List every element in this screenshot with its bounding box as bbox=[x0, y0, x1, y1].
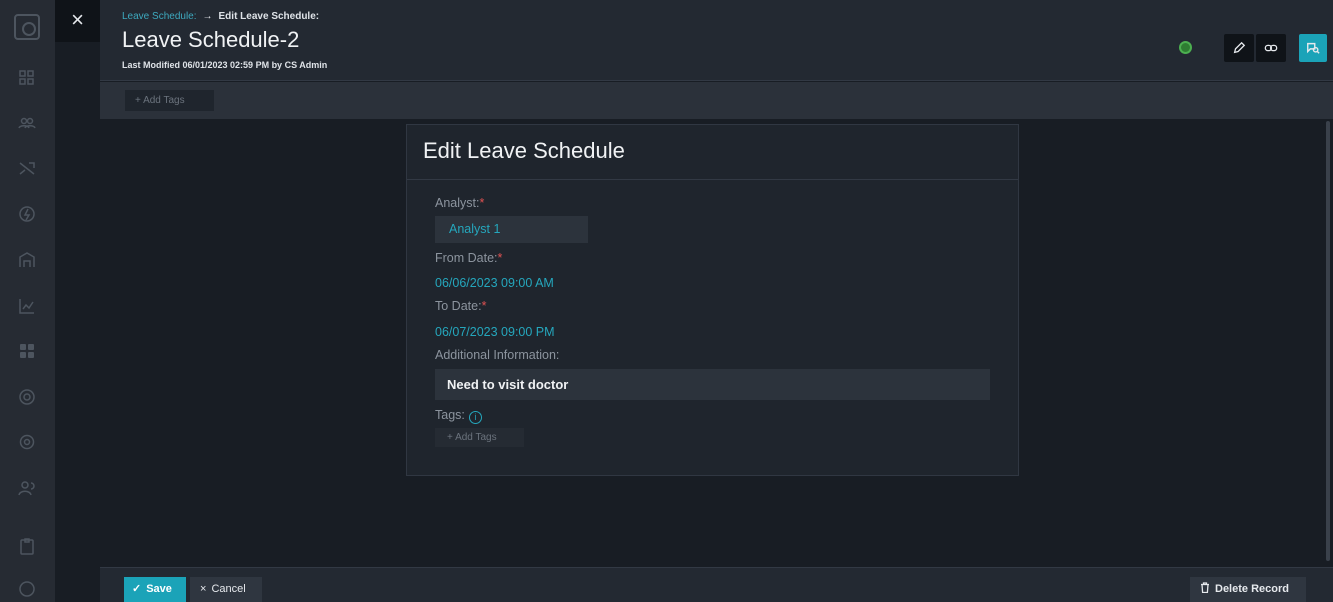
close-icon: × bbox=[200, 583, 207, 595]
breadcrumb: Leave Schedule: → Edit Leave Schedule: bbox=[122, 11, 319, 22]
to-date-label: To Date:* bbox=[435, 299, 487, 313]
modules-icon[interactable] bbox=[17, 341, 37, 361]
drawer-content: Edit Leave Schedule Analyst:* Analyst 1 … bbox=[100, 119, 1333, 567]
last-modified: Last Modified 06/01/2023 02:59 PM by CS … bbox=[122, 60, 328, 70]
to-date-field[interactable]: 06/07/2023 09:00 PM bbox=[435, 325, 555, 339]
form-title: Edit Leave Schedule bbox=[423, 138, 625, 163]
edit-form-card: Edit Leave Schedule Analyst:* Analyst 1 … bbox=[406, 124, 1019, 476]
save-button[interactable]: ✓ Save bbox=[124, 577, 186, 602]
info-icon[interactable]: i bbox=[468, 411, 482, 424]
trash-icon bbox=[1200, 582, 1210, 595]
add-tags-button[interactable]: + Add Tags bbox=[125, 90, 214, 111]
additional-info-field[interactable]: Need to visit doctor bbox=[435, 369, 990, 400]
bolt-icon[interactable] bbox=[17, 204, 37, 224]
cancel-button[interactable]: × Cancel bbox=[190, 577, 262, 602]
people-icon[interactable] bbox=[17, 478, 37, 498]
shield-icon[interactable] bbox=[17, 387, 37, 407]
from-date-field[interactable]: 06/06/2023 09:00 AM bbox=[435, 276, 554, 290]
settings-icon[interactable] bbox=[17, 432, 37, 452]
dashboard-icon[interactable] bbox=[17, 68, 37, 88]
scrollbar[interactable] bbox=[1326, 121, 1330, 561]
record-drawer: × Leave Schedule: → Edit Leave Schedule: L… bbox=[55, 0, 1333, 602]
clipboard-icon[interactable] bbox=[17, 536, 37, 556]
chat-search-icon bbox=[1307, 42, 1320, 54]
help-icon[interactable] bbox=[17, 579, 37, 599]
logo-icon bbox=[14, 14, 40, 40]
drawer-footer: ✓ Save × Cancel Delete Record bbox=[100, 567, 1333, 602]
shuffle-icon[interactable] bbox=[17, 158, 37, 178]
edit-button[interactable] bbox=[1224, 34, 1254, 62]
delete-record-button[interactable]: Delete Record bbox=[1190, 577, 1306, 602]
analyst-field[interactable]: Analyst 1 bbox=[435, 216, 588, 243]
link-icon bbox=[1264, 44, 1278, 52]
drawer-header: Leave Schedule: → Edit Leave Schedule: Lea… bbox=[100, 0, 1333, 81]
status-indicator-icon bbox=[1179, 41, 1192, 54]
breadcrumb-arrow-icon: → bbox=[202, 11, 213, 22]
breadcrumb-parent[interactable]: Leave Schedule: bbox=[122, 11, 197, 22]
tags-label: Tags: i bbox=[435, 408, 482, 424]
analyst-label: Analyst:* bbox=[435, 196, 485, 210]
close-button[interactable]: × bbox=[55, 0, 100, 42]
add-tags-field[interactable]: + Add Tags bbox=[435, 428, 524, 447]
tags-bar: + Add Tags bbox=[100, 82, 1333, 119]
collaboration-button[interactable] bbox=[1299, 34, 1327, 62]
check-icon: ✓ bbox=[132, 583, 142, 595]
users-group-icon[interactable] bbox=[17, 113, 37, 133]
from-date-label: From Date:* bbox=[435, 251, 503, 265]
pencil-icon bbox=[1233, 41, 1246, 54]
app-sidebar bbox=[0, 0, 55, 602]
building-icon[interactable] bbox=[17, 250, 37, 270]
additional-info-label: Additional Information: bbox=[435, 348, 560, 362]
divider bbox=[407, 179, 1018, 180]
breadcrumb-current: Edit Leave Schedule: bbox=[218, 11, 320, 22]
page-title: Leave Schedule-2 bbox=[122, 27, 300, 52]
chart-icon[interactable] bbox=[17, 296, 37, 316]
copy-link-button[interactable] bbox=[1256, 34, 1286, 62]
